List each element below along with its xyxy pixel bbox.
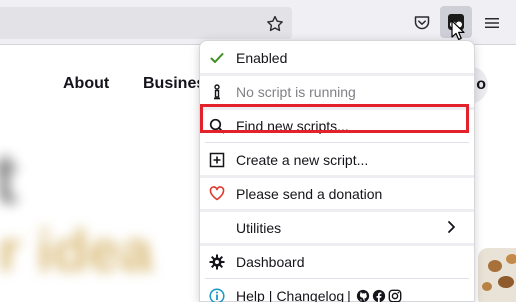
separator: | (347, 287, 351, 302)
menu-item-enabled[interactable]: Enabled (205, 42, 469, 73)
pocket-button[interactable] (410, 12, 434, 34)
search-icon (208, 117, 226, 135)
menu-item-create-new-script[interactable]: Create a new script... (205, 144, 469, 175)
food-photo (478, 248, 516, 302)
nav-link-about[interactable]: About (63, 75, 109, 93)
info-pawn-icon (208, 83, 226, 101)
info-circle-icon (208, 287, 226, 302)
heart-icon (208, 185, 226, 203)
chevron-right-icon (448, 221, 455, 233)
star-icon (267, 15, 283, 32)
blurred-headline: t (0, 139, 18, 219)
app-menu-button[interactable] (481, 12, 503, 34)
help-links: Help | Changelog | (236, 288, 402, 302)
gear-icon (208, 253, 226, 271)
nav-link-business[interactable]: Busines (143, 75, 205, 93)
menu-item-donation[interactable]: Please send a donation (205, 178, 469, 209)
mouse-cursor-icon (451, 20, 465, 40)
menu-item-no-script-running: No script is running (205, 76, 469, 107)
blurred-subheadline: r idea (0, 219, 153, 284)
menu-item-label: Enabled (236, 49, 288, 66)
bookmark-star-button[interactable] (264, 13, 286, 35)
menu-item-label: No script is running (236, 83, 356, 100)
menu-item-label: Utilities (236, 219, 282, 236)
browser-toolbar (0, 0, 516, 45)
pocket-icon (414, 16, 430, 30)
checkmark-icon (208, 49, 226, 67)
menu-item-help-changelog: Help | Changelog | (205, 280, 469, 302)
menu-item-label: Find new scripts... (236, 117, 349, 134)
hamburger-menu-icon (485, 18, 499, 28)
item-divider (205, 142, 469, 143)
help-link[interactable]: Help (236, 288, 265, 302)
menu-item-find-new-scripts[interactable]: Find new scripts... (205, 110, 469, 141)
menu-item-dashboard[interactable]: Dashboard (205, 246, 469, 277)
nav-pill-label: o (476, 76, 486, 93)
facebook-icon[interactable] (372, 289, 386, 302)
separator: | (268, 287, 273, 302)
plus-square-icon (208, 151, 226, 169)
instagram-icon[interactable] (388, 289, 402, 302)
menu-item-utilities[interactable]: Utilities (205, 212, 469, 243)
menu-item-label: Dashboard (236, 253, 305, 270)
menu-item-label: Please send a donation (236, 185, 383, 202)
changelog-link[interactable]: Changelog (276, 288, 344, 302)
blank-icon-slot (208, 219, 226, 237)
menu-item-label: Create a new script... (236, 151, 369, 168)
item-divider (205, 278, 469, 279)
github-icon[interactable] (356, 289, 370, 302)
address-bar[interactable] (0, 7, 292, 39)
tampermonkey-popup-menu: Enabled No script is running Find new sc… (199, 40, 475, 302)
